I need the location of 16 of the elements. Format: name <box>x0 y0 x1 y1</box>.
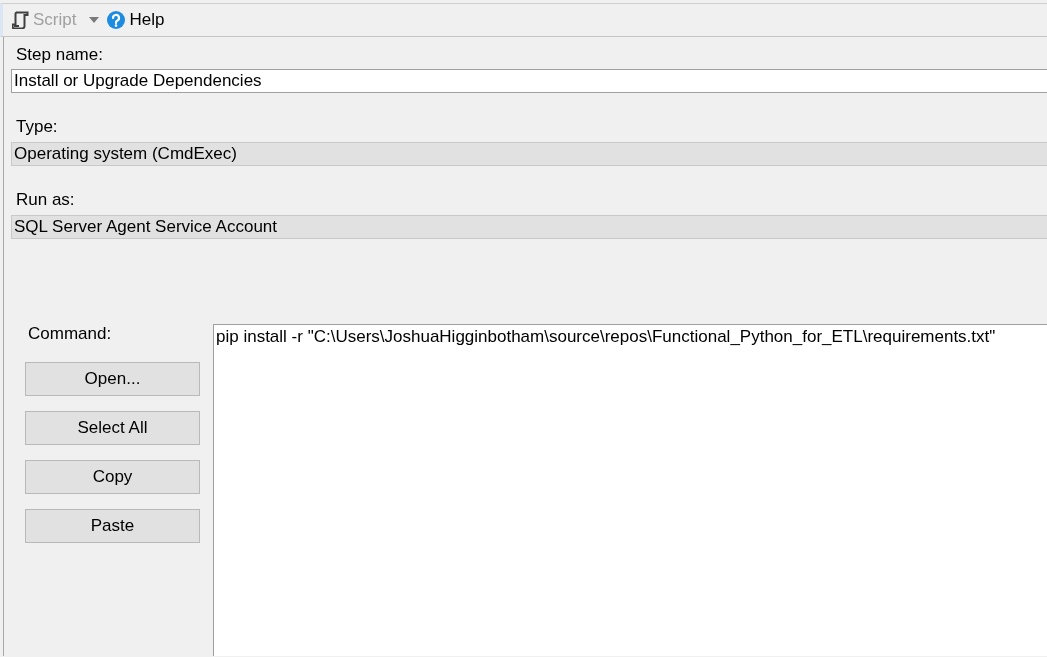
field-label: Step name: <box>15 45 104 65</box>
command-button[interactable]: Copy <box>25 460 200 494</box>
field-label: Run as: <box>15 190 76 210</box>
command-button[interactable]: Paste <box>25 509 200 543</box>
caret-icon <box>89 17 100 23</box>
field-label: Type: <box>15 117 59 137</box>
readonly-field: SQL Server Agent Service Account <box>11 215 1047 239</box>
input-field[interactable]: Install or Upgrade Dependencies <box>11 69 1047 93</box>
scroll-icon <box>12 11 29 29</box>
command-button[interactable]: Open... <box>25 362 200 396</box>
help-icon <box>107 11 126 29</box>
readonly-field: Operating system (CmdExec) <box>11 142 1047 166</box>
command-field[interactable]: pip install -r "C:\Users\JoshuaHigginbotham\source\repos\Functional_Python_for_ETL\requirements.txt" <box>213 324 1047 656</box>
help-button[interactable]: Help <box>105 10 167 30</box>
command-button[interactable]: Select All <box>25 411 200 445</box>
command-label: Command: <box>27 324 113 344</box>
